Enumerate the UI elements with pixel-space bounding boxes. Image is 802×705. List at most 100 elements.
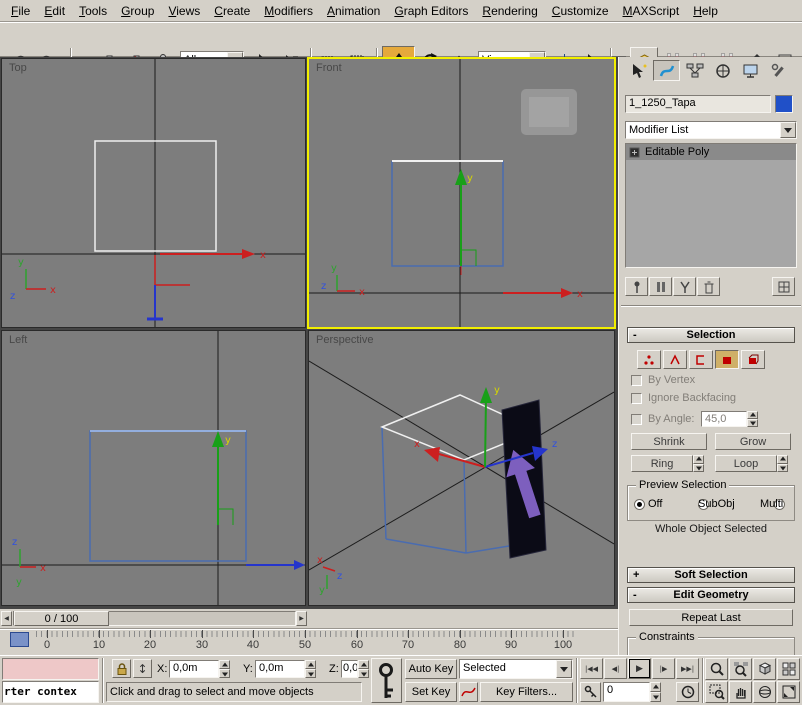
selection-lock-toggle[interactable]: [112, 659, 131, 678]
tab-utilities[interactable]: [765, 60, 792, 81]
set-keys-button[interactable]: [371, 658, 402, 703]
viewport-left-label[interactable]: Left: [9, 334, 27, 346]
vertex-subobject-button[interactable]: [637, 350, 661, 369]
edge-subobject-button[interactable]: [663, 350, 687, 369]
zoom-all-button[interactable]: [729, 658, 752, 680]
zoom-extents-button[interactable]: [753, 658, 776, 680]
modifier-stack-list[interactable]: Editable Poly: [625, 143, 797, 268]
x-axis-arrow[interactable]: [242, 249, 255, 259]
auto-key-button[interactable]: Auto Key: [405, 659, 457, 679]
menu-customize[interactable]: Customize: [545, 2, 616, 20]
ring-button[interactable]: Ring: [631, 455, 693, 472]
modifier-list-dropdown[interactable]: Modifier List: [625, 121, 797, 139]
selected-object-wireframe[interactable]: [392, 161, 503, 266]
grow-button[interactable]: Grow: [715, 433, 791, 450]
edit-geometry-rollout-header[interactable]: - Edit Geometry: [627, 587, 795, 603]
by-vertex-checkbox[interactable]: [631, 375, 642, 386]
selection-rollout-header[interactable]: - Selection: [627, 327, 795, 343]
time-slider-next-button[interactable]: ▶: [296, 611, 307, 626]
zoom-region-button[interactable]: [705, 681, 728, 703]
menu-edit[interactable]: Edit: [37, 2, 72, 20]
time-slider-handle[interactable]: 0 / 100: [14, 611, 109, 626]
ignore-backfacing-checkbox[interactable]: [631, 393, 642, 404]
track-bar[interactable]: 0 10 20 30 40 50 60 70 80 90 100: [0, 628, 618, 655]
preview-off-radio[interactable]: [634, 499, 645, 510]
y-coord-field[interactable]: 0,0m: [255, 660, 305, 678]
menu-create[interactable]: Create: [207, 2, 257, 20]
selected-object-wireframe[interactable]: [90, 431, 246, 561]
zoom-button[interactable]: [705, 658, 728, 680]
default-tangents-button[interactable]: [459, 682, 478, 702]
object-name-field[interactable]: 1_1250_Tapa: [625, 95, 771, 113]
time-configuration-button[interactable]: [676, 682, 699, 702]
pan-button[interactable]: [729, 681, 752, 703]
listener-input[interactable]: rter contex: [2, 681, 99, 703]
next-frame-button[interactable]: |▶: [652, 658, 675, 679]
arc-rotate-button[interactable]: [753, 681, 776, 703]
key-filters-button[interactable]: Key Filters...: [480, 682, 573, 702]
polygon-subobject-button[interactable]: [715, 350, 739, 369]
key-mode-toggle-button[interactable]: [580, 682, 601, 702]
make-unique-button[interactable]: [673, 277, 696, 296]
key-mode-dropdown[interactable]: Selected: [459, 659, 573, 679]
tab-modify[interactable]: [653, 60, 680, 81]
pin-stack-button[interactable]: [625, 277, 648, 296]
menu-group[interactable]: Group: [114, 2, 161, 20]
border-subobject-button[interactable]: [689, 350, 713, 369]
y-axis-gizmo-arrow[interactable]: [455, 169, 467, 185]
x-coord-spinner[interactable]: [219, 660, 230, 678]
menu-animation[interactable]: Animation: [320, 2, 387, 20]
go-to-start-button[interactable]: |◀◀: [580, 658, 603, 679]
tab-display[interactable]: [737, 60, 764, 81]
x-axis-gizmo-arrow[interactable]: [561, 288, 573, 298]
viewport-perspective[interactable]: x z y x z y Perspective: [309, 331, 614, 605]
frame-number-spinner[interactable]: [650, 682, 661, 702]
x-coord-field[interactable]: 0,0m: [169, 660, 219, 678]
y-axis-gizmo-arrow[interactable]: [480, 387, 492, 403]
menu-maxscript[interactable]: MAXScript: [616, 2, 687, 20]
viewport-top[interactable]: x y x z Top: [2, 59, 305, 327]
shrink-button[interactable]: Shrink: [631, 433, 707, 450]
macro-recorder-panel[interactable]: [2, 658, 99, 680]
loop-spinner[interactable]: [777, 455, 788, 472]
soft-selection-rollout-header[interactable]: + Soft Selection: [627, 567, 795, 583]
play-button[interactable]: ▶: [628, 658, 651, 679]
viewport-left[interactable]: y z x y Left: [2, 331, 305, 605]
z-coord-field[interactable]: 0,0m: [341, 660, 358, 678]
z-coord-spinner[interactable]: [358, 660, 369, 678]
repeat-last-button[interactable]: Repeat Last: [629, 609, 793, 626]
set-key-button[interactable]: Set Key: [405, 682, 457, 702]
x-axis-gizmo-arrow[interactable]: [294, 560, 305, 570]
by-angle-checkbox[interactable]: [631, 414, 642, 425]
viewport-front[interactable]: y x y x z Front: [309, 59, 614, 327]
loop-button[interactable]: Loop: [715, 455, 777, 472]
menu-graph-editors[interactable]: Graph Editors: [387, 2, 475, 20]
menu-tools[interactable]: Tools: [72, 2, 114, 20]
x-axis-gizmo-arrow[interactable]: [424, 447, 440, 462]
frame-number-field[interactable]: 0: [603, 682, 650, 702]
y-axis-gizmo-arrow[interactable]: [212, 431, 224, 447]
y-coord-spinner[interactable]: [305, 660, 316, 678]
configure-modifier-sets-button[interactable]: [772, 277, 795, 296]
element-subobject-button[interactable]: [741, 350, 765, 369]
go-to-end-button[interactable]: ▶▶|: [676, 658, 699, 679]
absolute-offset-toggle[interactable]: ↕: [133, 659, 152, 678]
menu-rendering[interactable]: Rendering: [475, 2, 544, 20]
modifier-stack-row[interactable]: Editable Poly: [626, 144, 796, 160]
time-slider-prev-button[interactable]: ◀: [1, 611, 12, 626]
tab-motion[interactable]: [709, 60, 736, 81]
viewport-perspective-label[interactable]: Perspective: [316, 334, 373, 346]
menu-help[interactable]: Help: [686, 2, 725, 20]
zoom-extents-all-button[interactable]: [777, 658, 800, 680]
tab-hierarchy[interactable]: [681, 60, 708, 81]
show-end-result-button[interactable]: [649, 277, 672, 296]
viewport-top-label[interactable]: Top: [9, 62, 27, 74]
remove-modifier-button[interactable]: [697, 277, 720, 296]
menu-views[interactable]: Views: [161, 2, 207, 20]
menu-file[interactable]: File: [4, 2, 37, 20]
maximize-viewport-button[interactable]: [777, 681, 800, 703]
menu-modifiers[interactable]: Modifiers: [257, 2, 320, 20]
ring-spinner[interactable]: [693, 455, 704, 472]
by-angle-field[interactable]: 45,0: [701, 411, 747, 427]
tab-create[interactable]: [625, 60, 652, 81]
